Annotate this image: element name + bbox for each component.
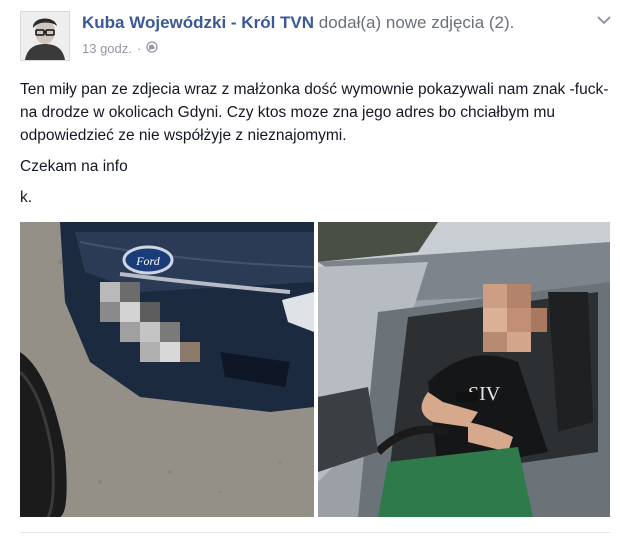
post-photo-car-front[interactable]: Ford (20, 222, 314, 517)
post-action-text: dodał(a) nowe zdjęcia (2). (318, 13, 515, 32)
post-body: Ten miły pan ze zdjecia wraz z małżonka … (20, 78, 610, 209)
globe-icon[interactable] (146, 41, 158, 56)
profile-photo (21, 12, 69, 60)
ford-emblem-text: Ford (135, 254, 161, 268)
chevron-down-icon[interactable] (596, 13, 612, 25)
post-meta: 13 godz. · (82, 41, 158, 56)
post-paragraph: Czekam na info (20, 158, 128, 175)
post-footer-divider (20, 532, 610, 533)
facebook-post: Kuba Wojewódzki - Król TVN dodał(a) nowe… (0, 0, 620, 545)
meta-separator: · (136, 41, 142, 56)
post-paragraph: Ten miły pan ze zdjecia wraz z małżonka … (20, 81, 609, 144)
author-link[interactable]: Kuba Wojewódzki - Król TVN (82, 13, 314, 32)
post-paragraph: k. (20, 189, 33, 206)
avatar[interactable] (20, 11, 70, 61)
post-header: Kuba Wojewódzki - Król TVN dodał(a) nowe… (82, 13, 514, 33)
post-photo-driver[interactable]: SIV (318, 222, 610, 517)
post-timestamp[interactable]: 13 godz. (82, 41, 132, 56)
